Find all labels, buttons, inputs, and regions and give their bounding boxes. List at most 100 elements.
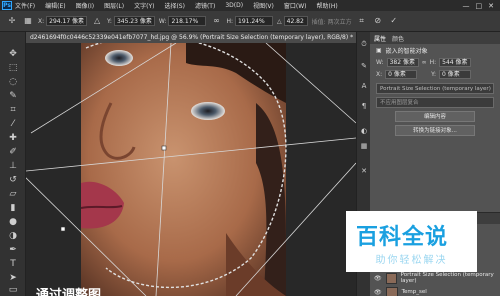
canvas-area[interactable] — [26, 43, 356, 296]
minimize-button[interactable]: — — [463, 2, 470, 10]
commit-transform-icon[interactable]: ✓ — [388, 15, 400, 27]
menu-help[interactable]: 帮助(H) — [317, 1, 338, 10]
brush-panel-icon[interactable]: ✎ — [359, 62, 369, 72]
window-controls: — □ ✕ — [463, 2, 495, 10]
eyedropper-tool-icon[interactable]: ⁄ — [7, 118, 19, 130]
layer-name-field[interactable]: Portrait Size Selection (temporary layer… — [376, 83, 494, 94]
transform-handle-center — [161, 145, 167, 151]
angle-input[interactable]: 42.82 — [283, 16, 308, 26]
smart-object-header: ▣ 嵌入的智能对象 — [370, 44, 500, 56]
w-input[interactable]: 218.17% — [168, 16, 207, 26]
width-input[interactable]: 382 像素 — [386, 57, 419, 67]
link-icon[interactable]: △ — [91, 15, 103, 27]
link-dims-icon[interactable]: ∞ — [422, 59, 427, 66]
smart-object-icon: ▣ — [376, 46, 382, 54]
cancel-transform-icon[interactable]: ⊘ — [372, 15, 384, 27]
chain-link-icon[interactable]: ∞ — [210, 15, 222, 27]
document-tab[interactable]: d2461694f0c0446c52339e041efb7077_hd.jpg … — [26, 32, 356, 43]
lasso-tool-icon[interactable]: ◌ — [7, 76, 19, 88]
w-field: W: 218.17% — [159, 16, 207, 26]
position-row: X: 0 像素 Y: 0 像素 — [370, 68, 500, 80]
smart-object-label: 嵌入的智能对象 — [385, 47, 428, 55]
swatches-panel-icon[interactable]: ▦ — [359, 142, 369, 152]
menu-window[interactable]: 窗口(W) — [284, 1, 307, 10]
pen-tool-icon[interactable]: ✒ — [7, 244, 19, 256]
close-window-button[interactable]: ✕ — [488, 2, 494, 10]
blur-tool-icon[interactable]: ● — [7, 216, 19, 228]
layer-row[interactable]: 👁 Temp_sel — [370, 285, 500, 296]
edit-contents-button[interactable]: 编辑内容 — [395, 111, 475, 122]
y-label: Y: — [107, 17, 112, 25]
y-input[interactable]: 345.23 像素 — [113, 16, 155, 26]
tools-options-icon[interactable]: ✕ — [359, 167, 369, 177]
menu-3d[interactable]: 3D(D) — [225, 2, 243, 9]
adjustments-panel-icon[interactable]: ◐ — [359, 127, 369, 137]
menu-edit[interactable]: 编辑(E) — [45, 1, 65, 10]
size-row: W: 382 像素 ∞ H: 544 像素 — [370, 56, 500, 68]
layer-name: Temp_sel — [401, 289, 427, 295]
layer-row[interactable]: 👁 Portrait Size Selection (temporary lay… — [370, 271, 500, 285]
interpolation-select[interactable]: 两次立方 — [328, 17, 352, 26]
menu-file[interactable]: 文件(F) — [15, 1, 35, 10]
dodge-tool-icon[interactable]: ◑ — [7, 230, 19, 242]
w-label: W: — [158, 17, 167, 25]
move-tool-icon[interactable]: ✥ — [7, 48, 19, 60]
marquee-tool-icon[interactable]: ⬚ — [7, 62, 19, 74]
menu-type[interactable]: 文字(Y) — [134, 1, 154, 10]
options-bar: ✢ ▦ X: 294.17 像素 △ Y: 345.23 像素 W: 218.1… — [0, 11, 500, 32]
gradient-tool-icon[interactable]: ▮ — [7, 202, 19, 214]
angle-icon: △ — [277, 17, 282, 25]
history-brush-tool-icon[interactable]: ↺ — [7, 174, 19, 186]
h-input[interactable]: 191.24% — [235, 16, 273, 26]
y-label: Y: — [431, 70, 437, 78]
y-field: Y: 345.23 像素 — [107, 16, 155, 26]
h-label: H: — [226, 17, 233, 25]
maximize-button[interactable]: □ — [476, 2, 483, 10]
properties-panel: 属性 颜色 ▣ 嵌入的智能对象 W: 382 像素 ∞ H: 544 像素 X:… — [370, 32, 500, 212]
menu-image[interactable]: 图像(I) — [76, 1, 94, 10]
caption-text: 通过调整图 — [36, 288, 102, 296]
tab-properties[interactable]: 属性 — [374, 34, 386, 43]
watermark-subtitle: 助你轻松解决 — [375, 255, 448, 266]
type-tool-icon[interactable]: T — [7, 258, 19, 270]
canvas[interactable] — [26, 43, 356, 296]
eraser-tool-icon[interactable]: ▱ — [7, 188, 19, 200]
interpolation-field: 插值: 两次立方 — [312, 17, 352, 26]
x-label: X: — [376, 70, 383, 78]
path-select-tool-icon[interactable]: ➤ — [7, 272, 19, 284]
visibility-eye-icon[interactable]: 👁 — [374, 275, 382, 282]
quick-select-tool-icon[interactable]: ✎ — [7, 90, 19, 102]
menu-filter[interactable]: 滤镜(T) — [195, 1, 215, 10]
watermark-box: 百科全说 助你轻松解决 — [346, 211, 477, 272]
h-label: H: — [429, 58, 437, 66]
visibility-eye-icon[interactable]: 👁 — [374, 289, 382, 296]
shape-tool-icon[interactable]: ▭ — [7, 284, 19, 296]
layer-comp-select[interactable]: 不应用图层复合 — [376, 97, 494, 108]
photoshop-logo-icon: Ps — [2, 1, 12, 10]
height-input[interactable]: 544 像素 — [439, 57, 472, 67]
reference-point-icon[interactable]: ▦ — [22, 15, 34, 27]
y-input[interactable]: 0 像素 — [439, 69, 472, 79]
clone-stamp-tool-icon[interactable]: ⊥ — [7, 160, 19, 172]
tools-panel: ✥ ⬚ ◌ ✎ ⌗ ⁄ ✚ ✐ ⊥ ↺ ▱ ▮ ● ◑ ✒ T ➤ ▭ — [0, 32, 26, 296]
x-input[interactable]: 294.17 像素 — [46, 16, 88, 26]
menu-select[interactable]: 选择(S) — [164, 1, 185, 10]
crop-tool-icon[interactable]: ⌗ — [7, 104, 19, 116]
paragraph-panel-icon[interactable]: ¶ — [359, 102, 369, 112]
brush-tool-icon[interactable]: ✐ — [7, 146, 19, 158]
layer-thumbnail — [385, 272, 397, 284]
warp-mode-icon[interactable]: ⌗ — [356, 15, 368, 27]
menu-bar: Ps 文件(F) 编辑(E) 图像(I) 图层(L) 文字(Y) 选择(S) 滤… — [0, 0, 500, 11]
properties-tabs: 属性 颜色 — [370, 32, 500, 44]
x-input[interactable]: 0 像素 — [385, 69, 418, 79]
menu-layer[interactable]: 图层(L) — [104, 1, 124, 10]
lip-line — [80, 205, 123, 209]
character-panel-icon[interactable]: A — [359, 82, 369, 92]
w-label: W: — [376, 58, 384, 66]
left-eye — [105, 50, 133, 66]
tab-color[interactable]: 颜色 — [392, 34, 404, 43]
menu-view[interactable]: 视图(V) — [253, 1, 274, 10]
history-panel-icon[interactable]: ⏱ — [359, 40, 369, 50]
healing-brush-tool-icon[interactable]: ✚ — [7, 132, 19, 144]
convert-to-linked-button[interactable]: 转换为链接对象... — [395, 125, 475, 136]
